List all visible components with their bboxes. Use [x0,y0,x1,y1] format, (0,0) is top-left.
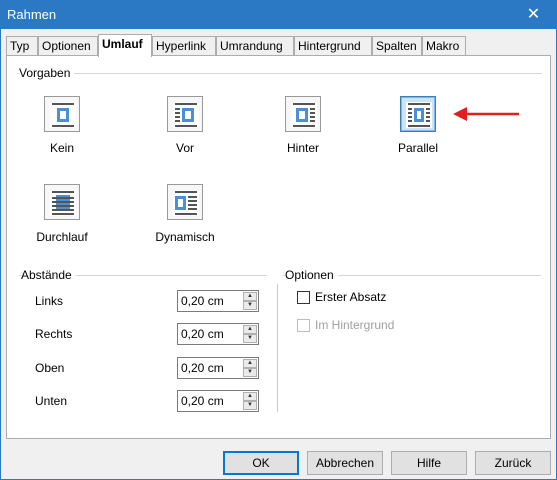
cancel-button[interactable]: Abbrechen [307,451,383,475]
tab-makro[interactable]: Makro [422,36,466,56]
wrap-optimal-icon [173,190,199,216]
spin-down-icon[interactable]: ▼ [243,301,257,310]
im-hintergrund-label: Im Hintergrund [315,318,395,332]
wrap-through-button[interactable] [44,184,80,220]
tab-hyperlink[interactable]: Hyperlink [152,36,216,56]
vorgaben-divider [17,73,542,74]
wrap-after-icon [291,102,317,128]
wrap-through-label: Durchlauf [36,230,88,244]
wrap-parallel-button[interactable] [400,96,436,132]
tab-hintergrund[interactable]: Hintergrund [294,36,372,56]
spin-up-icon[interactable]: ▲ [243,392,257,401]
abstaende-heading: Abstände [21,268,76,282]
tab-spalten[interactable]: Spalten [372,36,422,56]
tab-umrandung[interactable]: Umrandung [216,36,294,56]
spin-up-icon[interactable]: ▲ [243,359,257,368]
spin-up-icon[interactable]: ▲ [243,292,257,301]
links-label: Links [35,294,64,308]
unten-spinbox[interactable]: 0,20 cm ▲ ▼ [177,390,259,412]
wrap-after-button[interactable] [285,96,321,132]
oben-spinbox[interactable]: 0,20 cm ▲ ▼ [177,357,259,379]
spin-down-icon[interactable]: ▼ [243,401,257,410]
wrap-after-label: Hinter [286,141,319,155]
wrap-before-icon [173,102,199,128]
ok-button[interactable]: OK [223,451,299,475]
tab-strip: Typ Optionen Umlauf Hyperlink Umrandung … [6,34,551,57]
optionen-heading: Optionen [285,268,338,282]
wrap-optimal-button[interactable] [167,184,203,220]
wrap-through-icon [50,190,76,216]
spin-down-icon[interactable]: ▼ [243,368,257,377]
spin-up-icon[interactable]: ▲ [243,325,257,334]
erster-absatz-label[interactable]: Erster Absatz [315,290,386,304]
wrap-none-icon [50,102,76,128]
rechts-value[interactable]: 0,20 cm [181,327,224,341]
rechts-spinbox[interactable]: 0,20 cm ▲ ▼ [177,323,259,345]
oben-label: Oben [35,361,65,375]
links-value[interactable]: 0,20 cm [181,294,224,308]
tab-umlauf[interactable]: Umlauf [98,34,152,57]
oben-value[interactable]: 0,20 cm [181,361,224,375]
title-bar: Rahmen ✕ [1,1,556,29]
tab-optionen[interactable]: Optionen [38,36,98,56]
window-title: Rahmen [7,7,57,22]
erster-absatz-checkbox[interactable] [297,291,310,304]
wrap-none-button[interactable] [44,96,80,132]
dialog-window: Rahmen ✕ Typ Optionen Umlauf Hyperlink U… [0,0,557,480]
help-button[interactable]: Hilfe [391,451,467,475]
tab-panel-umlauf: Vorgaben Kein Vor Hinter Parallel Durchl… [6,55,551,439]
vorgaben-heading: Vorgaben [19,66,75,80]
group-separator [277,284,278,412]
wrap-before-button[interactable] [167,96,203,132]
wrap-optimal-label: Dynamisch [155,230,215,244]
wrap-none-label: Kein [49,141,75,155]
spin-down-icon[interactable]: ▼ [243,334,257,343]
links-spinbox[interactable]: 0,20 cm ▲ ▼ [177,290,259,312]
tab-typ[interactable]: Typ [6,36,38,56]
close-icon[interactable]: ✕ [511,1,556,29]
unten-value[interactable]: 0,20 cm [181,394,224,408]
reset-button[interactable]: Zurück [475,451,551,475]
im-hintergrund-checkbox[interactable] [297,319,310,332]
wrap-before-label: Vor [175,141,194,155]
rechts-label: Rechts [35,327,73,341]
wrap-parallel-label: Parallel [397,141,439,155]
annotation-arrow-icon [453,107,519,121]
unten-label: Unten [35,394,68,408]
wrap-parallel-icon [406,102,432,128]
